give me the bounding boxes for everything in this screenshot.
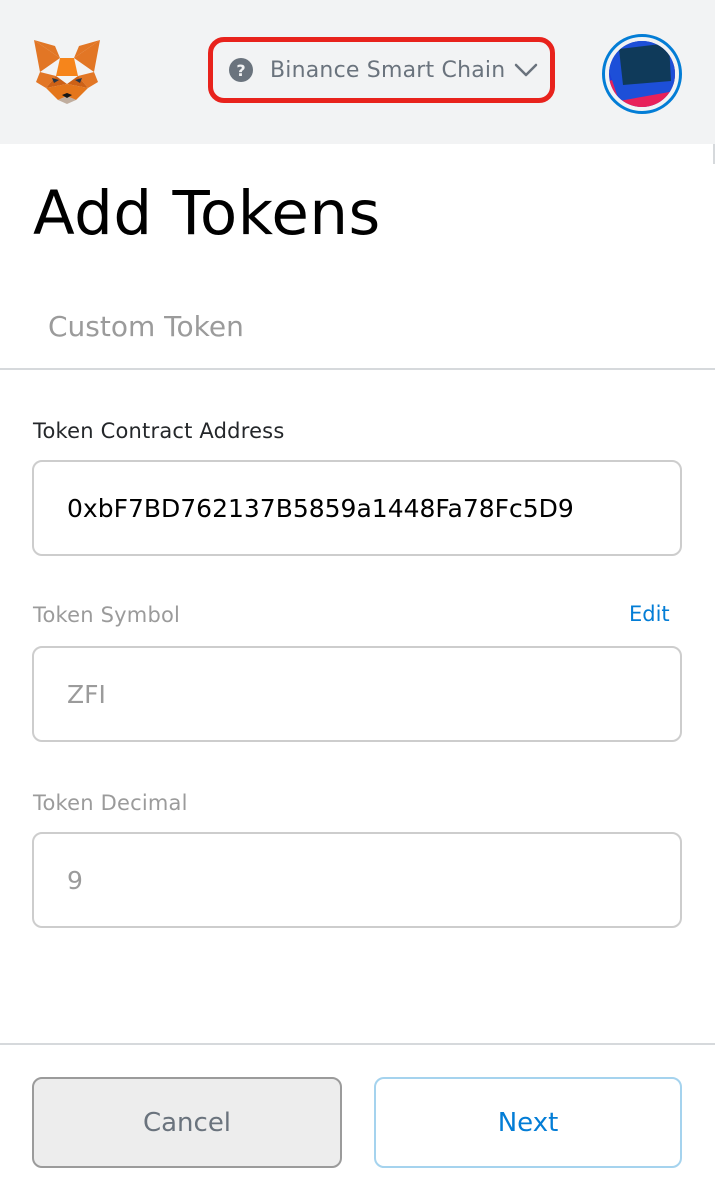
account-avatar[interactable] [602, 34, 682, 114]
token-symbol-value: ZFI [67, 679, 106, 709]
chevron-down-icon [514, 63, 538, 77]
token-decimal-label: Token Decimal [33, 791, 188, 815]
cancel-button[interactable]: Cancel [32, 1077, 342, 1168]
tab-custom-token[interactable]: Custom Token [48, 310, 244, 343]
page-title: Add Tokens [33, 178, 381, 249]
next-button[interactable]: Next [374, 1077, 682, 1168]
token-symbol-label: Token Symbol [33, 603, 181, 627]
network-selector[interactable]: ? Binance Smart Chain [208, 37, 555, 103]
app-header: ? Binance Smart Chain [0, 0, 715, 144]
edit-symbol-link[interactable]: Edit [629, 602, 670, 626]
token-contract-address-input[interactable]: 0xbF7BD762137B5859a1448Fa78Fc5D9 [32, 460, 682, 556]
tab-divider [0, 368, 715, 370]
network-label: Binance Smart Chain [270, 57, 506, 83]
token-contract-address-label: Token Contract Address [33, 419, 285, 443]
token-contract-address-value: 0xbF7BD762137B5859a1448Fa78Fc5D9 [67, 493, 574, 523]
footer-divider [0, 1043, 715, 1045]
token-decimal-input[interactable]: 9 [32, 832, 682, 928]
token-decimal-value: 9 [67, 865, 83, 895]
token-symbol-input[interactable]: ZFI [32, 646, 682, 742]
fox-icon [34, 40, 100, 104]
identicon [609, 41, 675, 107]
help-circle-icon: ? [229, 58, 253, 82]
